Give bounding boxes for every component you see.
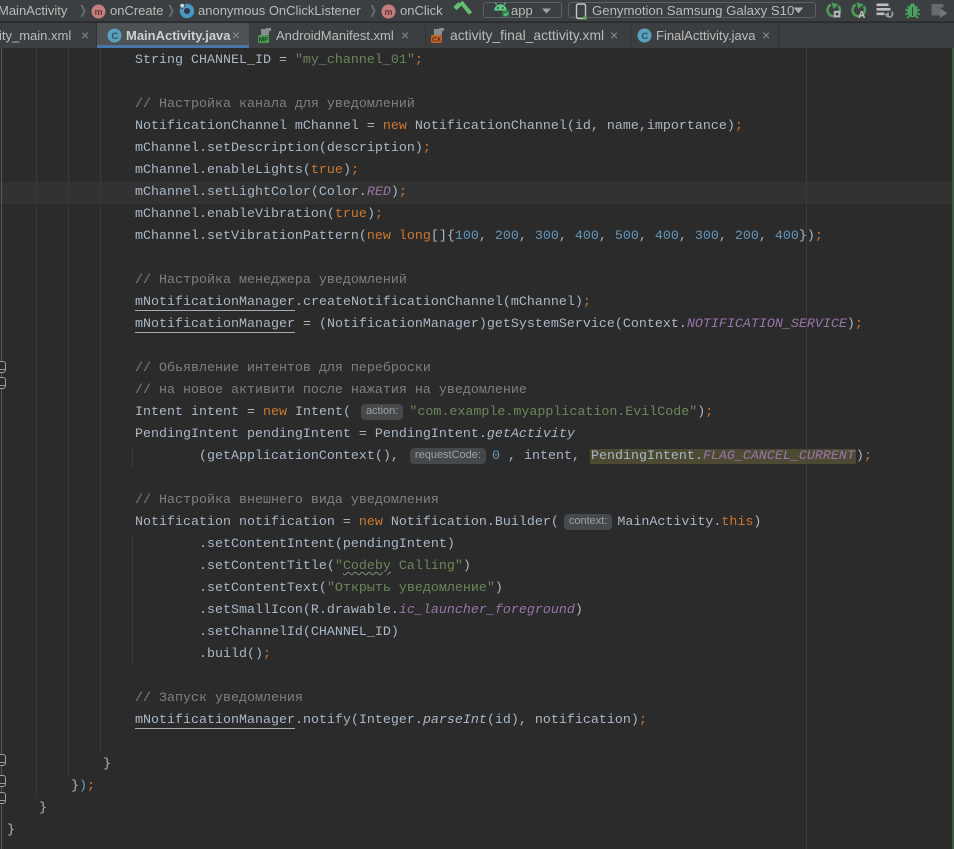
svg-text:C: C	[111, 31, 118, 42]
svg-text:CX: CX	[432, 36, 442, 43]
svg-text:m: m	[94, 7, 102, 17]
svg-text:m: m	[384, 7, 392, 17]
svg-text:A: A	[858, 10, 865, 19]
svg-text:C: C	[641, 31, 648, 42]
svg-text:MF: MF	[259, 36, 268, 43]
